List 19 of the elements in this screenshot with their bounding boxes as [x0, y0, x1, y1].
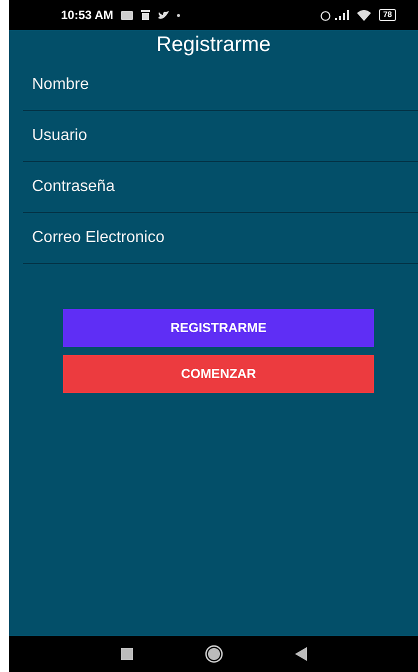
wifi-icon	[357, 10, 372, 20]
input-field[interactable]: Nombre	[23, 60, 418, 111]
dot-icon	[177, 14, 180, 16]
battery-icon: 78	[379, 9, 396, 21]
signal-icon	[335, 10, 350, 20]
back-button[interactable]	[294, 647, 306, 661]
register-button[interactable]: REGISTRARME	[63, 309, 374, 347]
input-field[interactable]: Correo Electronico	[23, 213, 418, 264]
bird-icon	[158, 10, 170, 20]
page-title: Registrarme	[155, 32, 272, 58]
start-button[interactable]: COMENZAR	[63, 355, 374, 393]
status-time: 10:53 AM	[61, 7, 114, 24]
notification-icon	[121, 10, 134, 20]
alarm-icon	[320, 10, 332, 20]
home-button[interactable]	[204, 645, 222, 663]
input-field[interactable]: Usuario	[23, 111, 418, 162]
recents-button[interactable]	[120, 648, 132, 660]
trash-icon	[141, 10, 150, 20]
input-field[interactable]: Contraseña	[23, 162, 418, 213]
